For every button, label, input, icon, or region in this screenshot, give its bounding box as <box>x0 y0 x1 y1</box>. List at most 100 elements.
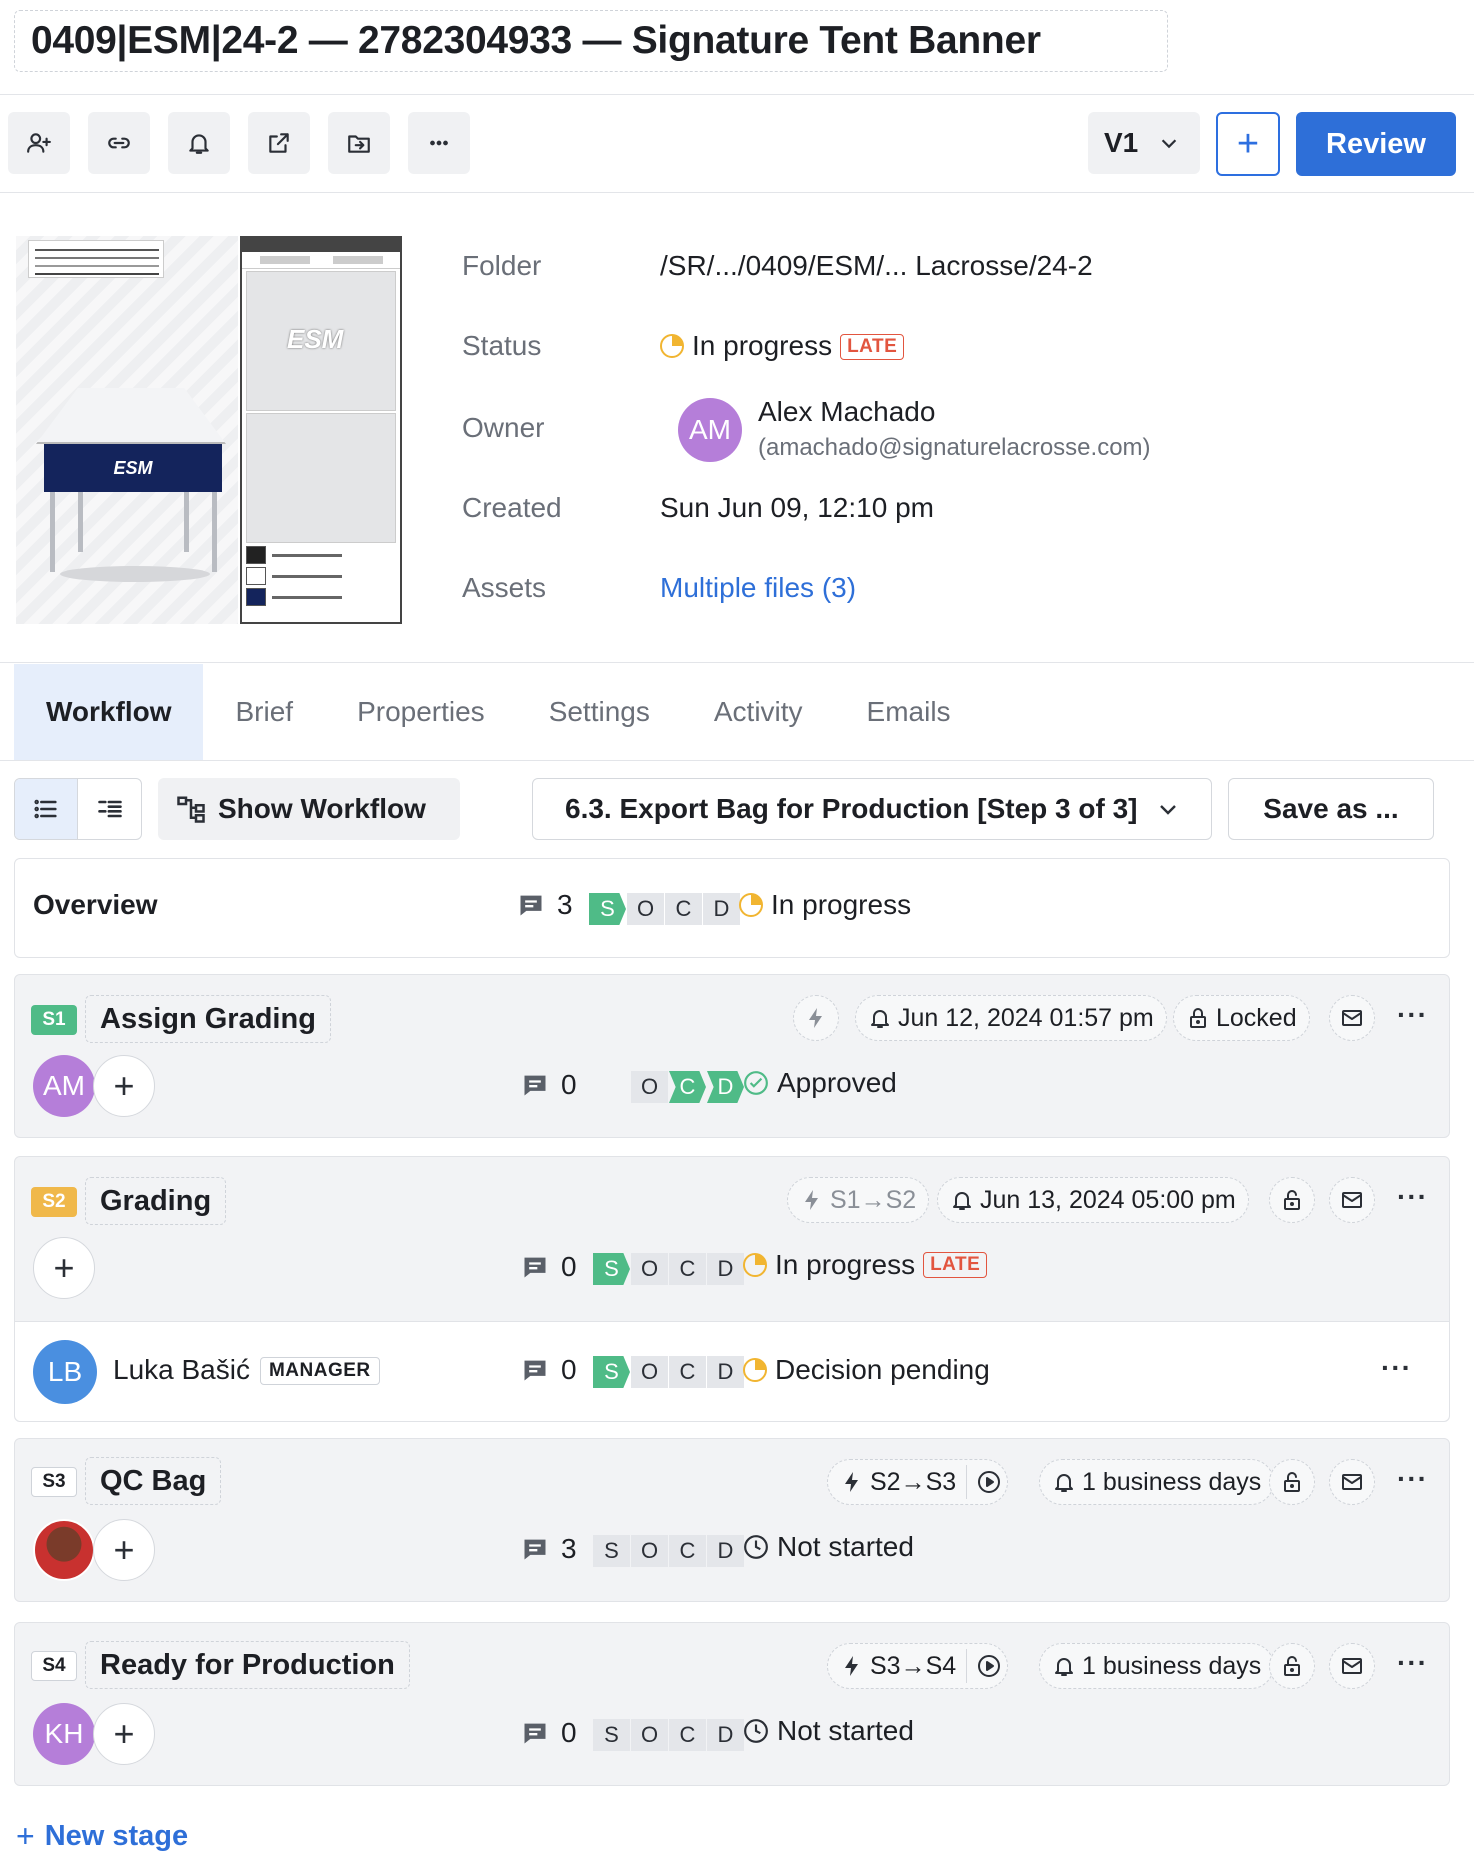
new-stage-button[interactable]: + New stage <box>16 1818 188 1855</box>
socd-o: O <box>631 1253 668 1285</box>
created-value: Sun Jun 09, 12:10 pm <box>660 492 934 523</box>
comment-count[interactable]: 0 <box>521 1354 577 1386</box>
email-chip[interactable] <box>1329 1459 1375 1505</box>
trigger-chip[interactable]: S2→S3 <box>827 1459 1009 1505</box>
tab-activity[interactable]: Activity <box>682 664 835 760</box>
avatar[interactable]: KH <box>33 1703 95 1765</box>
comment-count[interactable]: 0 <box>521 1717 577 1749</box>
lightning-icon <box>845 1656 858 1676</box>
avatar[interactable]: LB <box>33 1340 97 1404</box>
email-chip[interactable] <box>1329 995 1375 1041</box>
assets-link[interactable]: Multiple files (3) <box>660 572 856 604</box>
bell-icon <box>871 1010 889 1028</box>
owner-email: (amachado@signaturelacrosse.com) <box>758 434 1151 461</box>
due-date-chip[interactable]: 1 business days <box>1039 1459 1275 1505</box>
due-date-chip[interactable]: Jun 12, 2024 01:57 pm <box>855 995 1167 1041</box>
add-reviewer-button[interactable]: + <box>93 1703 155 1765</box>
stage-panel-s1: S1 Assign Grading Jun 12, 2024 01:57 pm … <box>14 974 1450 1138</box>
comment-icon <box>524 1723 546 1744</box>
lock-chip[interactable] <box>1269 1643 1315 1689</box>
trigger-chip[interactable]: S1→S2 <box>787 1177 930 1223</box>
status-text: Not started <box>777 1531 914 1562</box>
add-reviewer-button[interactable]: + <box>33 1237 95 1299</box>
add-reviewer-button[interactable]: + <box>93 1519 155 1581</box>
stage-more-button[interactable]: ··· <box>1397 1181 1428 1213</box>
stage-status: Not started <box>743 1715 914 1747</box>
comment-count[interactable]: 0 <box>521 1069 577 1101</box>
email-chip[interactable] <box>1329 1643 1375 1689</box>
move-to-folder-button[interactable] <box>328 112 390 174</box>
socd-o: O <box>631 1071 668 1103</box>
list-view-button[interactable] <box>15 779 79 839</box>
lock-chip[interactable]: Locked <box>1173 995 1310 1041</box>
socd-indicator: S O C D <box>589 893 741 925</box>
email-chip[interactable] <box>1329 1177 1375 1223</box>
show-workflow-button[interactable]: Show Workflow <box>158 778 460 840</box>
stage-badge: S2 <box>31 1187 77 1217</box>
stage-name[interactable]: QC Bag <box>85 1457 222 1505</box>
tab-workflow[interactable]: Workflow <box>14 664 204 760</box>
comment-count[interactable]: 3 <box>517 889 573 921</box>
email-icon <box>1342 1192 1362 1208</box>
folder-label: Folder <box>462 250 542 281</box>
comment-count[interactable]: 3 <box>521 1533 577 1565</box>
stage-name[interactable]: Grading <box>85 1177 227 1225</box>
socd-s: S <box>593 1535 630 1567</box>
add-reviewer-button[interactable]: + <box>93 1055 155 1117</box>
avatar[interactable]: AM <box>678 398 742 462</box>
title-field[interactable]: 0409|ESM|24-2 — 2782304933 — Signature T… <box>14 10 1168 72</box>
due-date-chip[interactable]: Jun 13, 2024 05:00 pm <box>937 1177 1249 1223</box>
workflow-icon <box>177 796 205 823</box>
in-progress-icon <box>660 334 684 358</box>
tab-settings[interactable]: Settings <box>517 664 682 760</box>
folder-value[interactable]: /SR/.../0409/ESM/... Lacrosse/24-2 <box>660 250 1093 282</box>
copy-link-button[interactable] <box>88 112 150 174</box>
lock-chip[interactable] <box>1269 1459 1315 1505</box>
avatar[interactable] <box>33 1519 95 1581</box>
swatch-black <box>246 546 396 564</box>
bell-icon <box>1055 1658 1073 1676</box>
lightning-icon <box>805 1190 818 1210</box>
stage-panel-s3: S3 QC Bag S2→S3 1 business days ··· + 3 … <box>14 1438 1450 1602</box>
divider <box>0 662 1474 663</box>
due-date-chip[interactable]: 1 business days <box>1039 1643 1275 1689</box>
share-button[interactable] <box>248 112 310 174</box>
trigger-chip[interactable] <box>793 995 839 1041</box>
step-select[interactable]: 6.3. Export Bag for Production [Step 3 o… <box>532 778 1212 840</box>
more-button[interactable] <box>408 112 470 174</box>
stage-name[interactable]: Assign Grading <box>85 995 331 1043</box>
trigger-chip[interactable]: S3→S4 <box>827 1643 1009 1689</box>
avatar[interactable]: AM <box>33 1055 95 1117</box>
stage-more-button[interactable]: ··· <box>1397 999 1428 1031</box>
lock-chip[interactable] <box>1269 1177 1315 1223</box>
stage-panel-s4: S4 Ready for Production S3→S4 1 business… <box>14 1622 1450 1786</box>
swatch-white <box>246 567 396 585</box>
divider <box>0 94 1474 95</box>
proof-thumbnail-spec[interactable]: ESM <box>240 236 402 624</box>
comment-icon <box>524 1075 546 1096</box>
trigger-text: S1→S2 <box>830 1185 917 1214</box>
status-text: Not started <box>777 1715 914 1746</box>
socd-s: S <box>593 1719 630 1751</box>
tab-emails[interactable]: Emails <box>835 664 983 760</box>
status-value: In progress LATE <box>660 330 905 362</box>
save-as-button[interactable]: Save as ... <box>1228 778 1434 840</box>
proof-header <box>28 240 164 278</box>
member-more-button[interactable]: ··· <box>1381 1352 1412 1384</box>
stage-more-button[interactable]: ··· <box>1397 1463 1428 1495</box>
tab-brief[interactable]: Brief <box>203 664 325 760</box>
stage-more-button[interactable]: ··· <box>1397 1647 1428 1679</box>
add-user-button[interactable] <box>8 112 70 174</box>
comment-count[interactable]: 0 <box>521 1251 577 1283</box>
tent-shadow <box>60 566 210 582</box>
notifications-button[interactable] <box>168 112 230 174</box>
review-button[interactable]: Review <box>1296 112 1456 176</box>
stage-name[interactable]: Ready for Production <box>85 1641 410 1689</box>
show-workflow-label: Show Workflow <box>218 793 426 824</box>
tab-properties[interactable]: Properties <box>325 664 517 760</box>
detail-view-button[interactable] <box>78 779 141 839</box>
proof-thumbnail-tent[interactable]: ESM <box>16 236 238 624</box>
role-badge: MANAGER <box>259 1357 380 1385</box>
new-version-button[interactable]: + <box>1216 112 1280 176</box>
version-select[interactable]: V1 <box>1088 112 1200 174</box>
